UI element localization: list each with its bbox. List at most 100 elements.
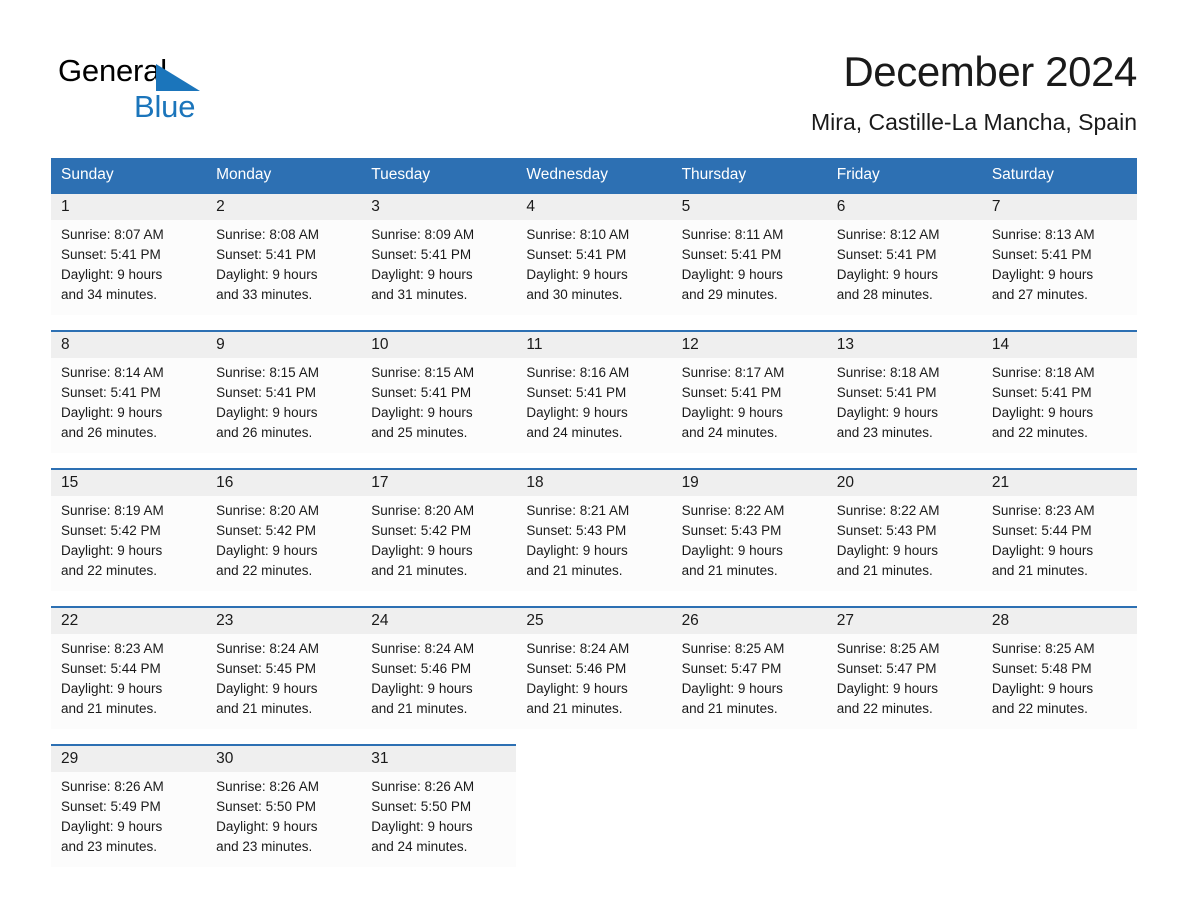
day-cell[interactable]: Sunrise: 8:11 AM Sunset: 5:41 PM Dayligh… (671, 220, 827, 315)
day-number[interactable]: 29 (51, 744, 207, 772)
day-number[interactable]: 15 (51, 468, 207, 496)
day-cell[interactable]: Sunrise: 8:24 AM Sunset: 5:46 PM Dayligh… (516, 634, 672, 729)
week-4-detail-row: Sunrise: 8:23 AM Sunset: 5:44 PM Dayligh… (51, 634, 1137, 729)
day-cell[interactable]: Sunrise: 8:17 AM Sunset: 5:41 PM Dayligh… (671, 358, 827, 453)
week-5-detail-row: Sunrise: 8:26 AM Sunset: 5:49 PM Dayligh… (51, 772, 1137, 867)
sunset-text: Sunset: 5:41 PM (681, 247, 782, 262)
day-cell[interactable]: Sunrise: 8:16 AM Sunset: 5:41 PM Dayligh… (516, 358, 672, 453)
day-number[interactable]: 13 (826, 330, 982, 358)
calendar-table: Sunday Monday Tuesday Wednesday Thursday… (51, 158, 1137, 867)
day-cell[interactable]: Sunrise: 8:08 AM Sunset: 5:41 PM Dayligh… (206, 220, 362, 315)
day-number[interactable]: 21 (981, 468, 1137, 496)
sunset-text: Sunset: 5:46 PM (371, 661, 472, 676)
day-number[interactable]: 8 (51, 330, 207, 358)
daylight-text-line2: and 22 minutes. (216, 563, 313, 578)
week-4-date-row: 22 23 24 25 26 27 28 (51, 606, 1137, 634)
day-number[interactable]: 5 (671, 192, 827, 220)
sunset-text: Sunset: 5:41 PM (61, 247, 161, 262)
sunset-text: Sunset: 5:50 PM (216, 799, 316, 814)
sunset-text: Sunset: 5:42 PM (371, 523, 472, 538)
day-number[interactable]: 25 (516, 606, 672, 634)
day-number[interactable]: 2 (206, 192, 362, 220)
daylight-text-line1: Daylight: 9 hours (526, 681, 628, 696)
day-cell[interactable]: Sunrise: 8:24 AM Sunset: 5:46 PM Dayligh… (361, 634, 517, 729)
day-number[interactable]: 10 (361, 330, 517, 358)
day-cell[interactable]: Sunrise: 8:22 AM Sunset: 5:43 PM Dayligh… (671, 496, 827, 591)
day-number[interactable]: 9 (206, 330, 362, 358)
calendar-head: Sunday Monday Tuesday Wednesday Thursday… (51, 158, 1137, 193)
day-cell[interactable]: Sunrise: 8:15 AM Sunset: 5:41 PM Dayligh… (206, 358, 362, 453)
day-number[interactable]: 3 (361, 192, 517, 220)
day-cell[interactable]: Sunrise: 8:23 AM Sunset: 5:44 PM Dayligh… (981, 496, 1137, 591)
day-number[interactable]: 23 (206, 606, 362, 634)
sunset-text: Sunset: 5:41 PM (371, 385, 472, 400)
day-cell-empty (981, 772, 1137, 867)
week-1-detail-row: Sunrise: 8:07 AM Sunset: 5:41 PM Dayligh… (51, 220, 1137, 315)
day-number[interactable]: 4 (516, 192, 672, 220)
sunrise-text: Sunrise: 8:07 AM (61, 227, 164, 242)
day-cell[interactable]: Sunrise: 8:20 AM Sunset: 5:42 PM Dayligh… (361, 496, 517, 591)
sunrise-text: Sunrise: 8:15 AM (216, 365, 319, 380)
day-cell[interactable]: Sunrise: 8:25 AM Sunset: 5:47 PM Dayligh… (826, 634, 982, 729)
sunset-text: Sunset: 5:47 PM (681, 661, 782, 676)
day-cell[interactable]: Sunrise: 8:20 AM Sunset: 5:42 PM Dayligh… (206, 496, 362, 591)
day-number[interactable]: 16 (206, 468, 362, 496)
daylight-text-line2: and 21 minutes. (216, 701, 313, 716)
day-number[interactable]: 6 (826, 192, 982, 220)
day-cell[interactable]: Sunrise: 8:10 AM Sunset: 5:41 PM Dayligh… (516, 220, 672, 315)
day-number[interactable]: 31 (361, 744, 517, 772)
sunrise-text: Sunrise: 8:21 AM (526, 503, 630, 518)
day-number[interactable]: 18 (516, 468, 672, 496)
day-cell[interactable]: Sunrise: 8:26 AM Sunset: 5:50 PM Dayligh… (206, 772, 362, 867)
day-number[interactable]: 26 (671, 606, 827, 634)
week-3-date-row: 15 16 17 18 19 20 21 (51, 468, 1137, 496)
day-number[interactable]: 12 (671, 330, 827, 358)
day-number[interactable]: 7 (981, 192, 1137, 220)
sunrise-text: Sunrise: 8:25 AM (836, 641, 940, 656)
day-number[interactable]: 27 (826, 606, 982, 634)
day-number[interactable]: 11 (516, 330, 672, 358)
daylight-text-line2: and 34 minutes. (61, 287, 158, 302)
day-cell[interactable]: Sunrise: 8:13 AM Sunset: 5:41 PM Dayligh… (981, 220, 1137, 315)
daylight-text-line2: and 21 minutes. (371, 563, 468, 578)
day-cell[interactable]: Sunrise: 8:07 AM Sunset: 5:41 PM Dayligh… (51, 220, 207, 315)
day-cell[interactable]: Sunrise: 8:26 AM Sunset: 5:49 PM Dayligh… (51, 772, 207, 867)
daylight-text-line1: Daylight: 9 hours (61, 267, 163, 282)
day-cell[interactable]: Sunrise: 8:24 AM Sunset: 5:45 PM Dayligh… (206, 634, 362, 729)
day-cell[interactable]: Sunrise: 8:25 AM Sunset: 5:48 PM Dayligh… (981, 634, 1137, 729)
calendar-body: 1 2 3 4 5 6 7 Sunrise: 8:07 AM Sunset: 5… (51, 192, 1137, 867)
day-cell[interactable]: Sunrise: 8:22 AM Sunset: 5:43 PM Dayligh… (826, 496, 982, 591)
day-number[interactable]: 14 (981, 330, 1137, 358)
daylight-text-line2: and 26 minutes. (216, 425, 313, 440)
day-number[interactable]: 30 (206, 744, 362, 772)
day-cell[interactable]: Sunrise: 8:18 AM Sunset: 5:41 PM Dayligh… (981, 358, 1137, 453)
daylight-text-line1: Daylight: 9 hours (526, 267, 628, 282)
day-cell[interactable]: Sunrise: 8:21 AM Sunset: 5:43 PM Dayligh… (516, 496, 672, 591)
day-cell[interactable]: Sunrise: 8:18 AM Sunset: 5:41 PM Dayligh… (826, 358, 982, 453)
day-number[interactable]: 28 (981, 606, 1137, 634)
day-cell[interactable]: Sunrise: 8:15 AM Sunset: 5:41 PM Dayligh… (361, 358, 517, 453)
sunrise-text: Sunrise: 8:09 AM (371, 227, 475, 242)
day-cell[interactable]: Sunrise: 8:23 AM Sunset: 5:44 PM Dayligh… (51, 634, 207, 729)
day-number[interactable]: 22 (51, 606, 207, 634)
day-cell[interactable]: Sunrise: 8:09 AM Sunset: 5:41 PM Dayligh… (361, 220, 517, 315)
daylight-text-line2: and 21 minutes. (526, 563, 623, 578)
week-2-date-row: 8 9 10 11 12 13 14 (51, 330, 1137, 358)
day-cell[interactable]: Sunrise: 8:26 AM Sunset: 5:50 PM Dayligh… (361, 772, 517, 867)
daylight-text-line1: Daylight: 9 hours (836, 267, 939, 282)
daylight-text-line2: and 31 minutes. (371, 287, 468, 302)
day-cell[interactable]: Sunrise: 8:19 AM Sunset: 5:42 PM Dayligh… (51, 496, 207, 591)
day-number[interactable]: 19 (671, 468, 827, 496)
day-number[interactable]: 17 (361, 468, 517, 496)
daylight-text-line1: Daylight: 9 hours (61, 405, 163, 420)
day-cell[interactable]: Sunrise: 8:25 AM Sunset: 5:47 PM Dayligh… (671, 634, 827, 729)
day-cell[interactable]: Sunrise: 8:12 AM Sunset: 5:41 PM Dayligh… (826, 220, 982, 315)
day-number[interactable]: 1 (51, 192, 207, 220)
day-cell[interactable]: Sunrise: 8:14 AM Sunset: 5:41 PM Dayligh… (51, 358, 207, 453)
day-number[interactable]: 20 (826, 468, 982, 496)
day-cell-empty (671, 772, 827, 867)
day-number[interactable]: 24 (361, 606, 517, 634)
sunrise-text: Sunrise: 8:08 AM (216, 227, 319, 242)
sunrise-text: Sunrise: 8:22 AM (836, 503, 940, 518)
sunrise-text: Sunrise: 8:23 AM (991, 503, 1095, 518)
